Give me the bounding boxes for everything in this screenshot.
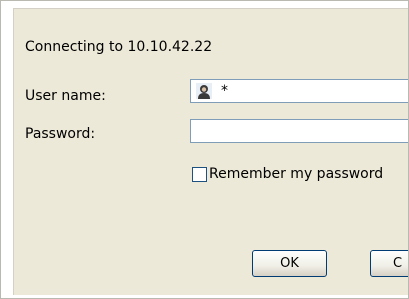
password-input[interactable] (190, 119, 408, 143)
user-name-combobox[interactable]: * (190, 79, 408, 103)
password-label: Password: (25, 126, 96, 142)
cancel-button[interactable]: C (370, 250, 408, 277)
user-name-value: * (221, 83, 228, 99)
screenshot-frame: Connecting to 10.10.42.22 User name: * P… (0, 0, 409, 299)
ok-button[interactable]: OK (252, 250, 327, 277)
login-dialog: Connecting to 10.10.42.22 User name: * P… (13, 8, 408, 295)
dialog-title: Connecting to 10.10.42.22 (25, 39, 213, 55)
user-name-label: User name: (25, 88, 106, 104)
remember-password-checkbox[interactable] (192, 167, 207, 182)
user-account-icon (196, 83, 212, 99)
remember-password-label[interactable]: Remember my password (209, 166, 383, 182)
